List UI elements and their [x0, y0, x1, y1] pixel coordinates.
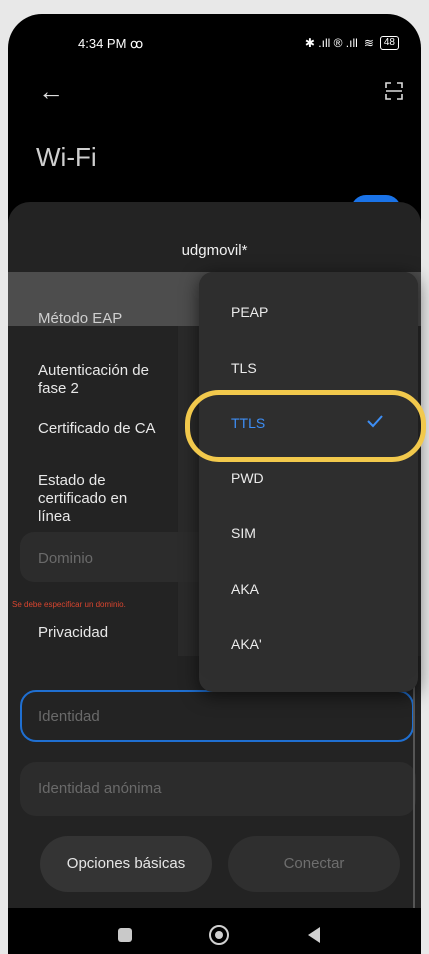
wifi-icon: ≋ [363, 36, 374, 50]
navigation-bar [8, 908, 421, 954]
recents-icon[interactable] [118, 928, 132, 942]
signal-icons: ✱ .ıll ® .ıll [304, 36, 358, 50]
selection-highlight-ring [185, 390, 426, 462]
online-cert-status-label[interactable]: Estado de certificado en línea [38, 472, 148, 526]
phase2-auth-label[interactable]: Autenticación de fase 2 [38, 362, 158, 398]
identity-placeholder: Identidad [38, 708, 100, 725]
eap-method-label: Método EAP [38, 310, 123, 327]
basic-options-button[interactable]: Opciones básicas [40, 836, 212, 892]
nav-back-icon[interactable] [308, 927, 320, 943]
privacy-label[interactable]: Privacidad [38, 624, 108, 642]
battery-icon: 48 [379, 36, 399, 50]
status-time: 4:34 PM ꝏ [78, 36, 144, 51]
eap-option-aka-prime[interactable]: AKA' [231, 636, 262, 652]
ca-cert-label[interactable]: Certificado de CA [38, 420, 158, 438]
eap-option-tls[interactable]: TLS [231, 360, 257, 376]
eap-option-sim[interactable]: SIM [231, 525, 256, 541]
connect-button[interactable]: Conectar [228, 836, 400, 892]
qr-scan-icon[interactable] [385, 82, 403, 100]
back-arrow-icon[interactable]: ← [38, 76, 64, 107]
home-icon[interactable] [209, 925, 229, 945]
eap-option-aka[interactable]: AKA [231, 581, 259, 597]
domain-error: Se debe especificar un dominio. [12, 600, 126, 609]
anon-identity-placeholder: Identidad anónima [38, 780, 162, 797]
page-title: Wi-Fi [36, 142, 97, 172]
domain-placeholder: Dominio [38, 550, 94, 567]
status-icons: ✱ .ıll ® .ıll ≋ 48 [305, 36, 399, 50]
eap-option-peap[interactable]: PEAP [231, 304, 268, 320]
eap-option-pwd[interactable]: PWD [231, 470, 264, 486]
network-name: udgmovil* [181, 242, 248, 259]
status-bar: 4:34 PM ꝏ ✱ .ıll ® .ıll ≋ 48 [8, 36, 421, 56]
